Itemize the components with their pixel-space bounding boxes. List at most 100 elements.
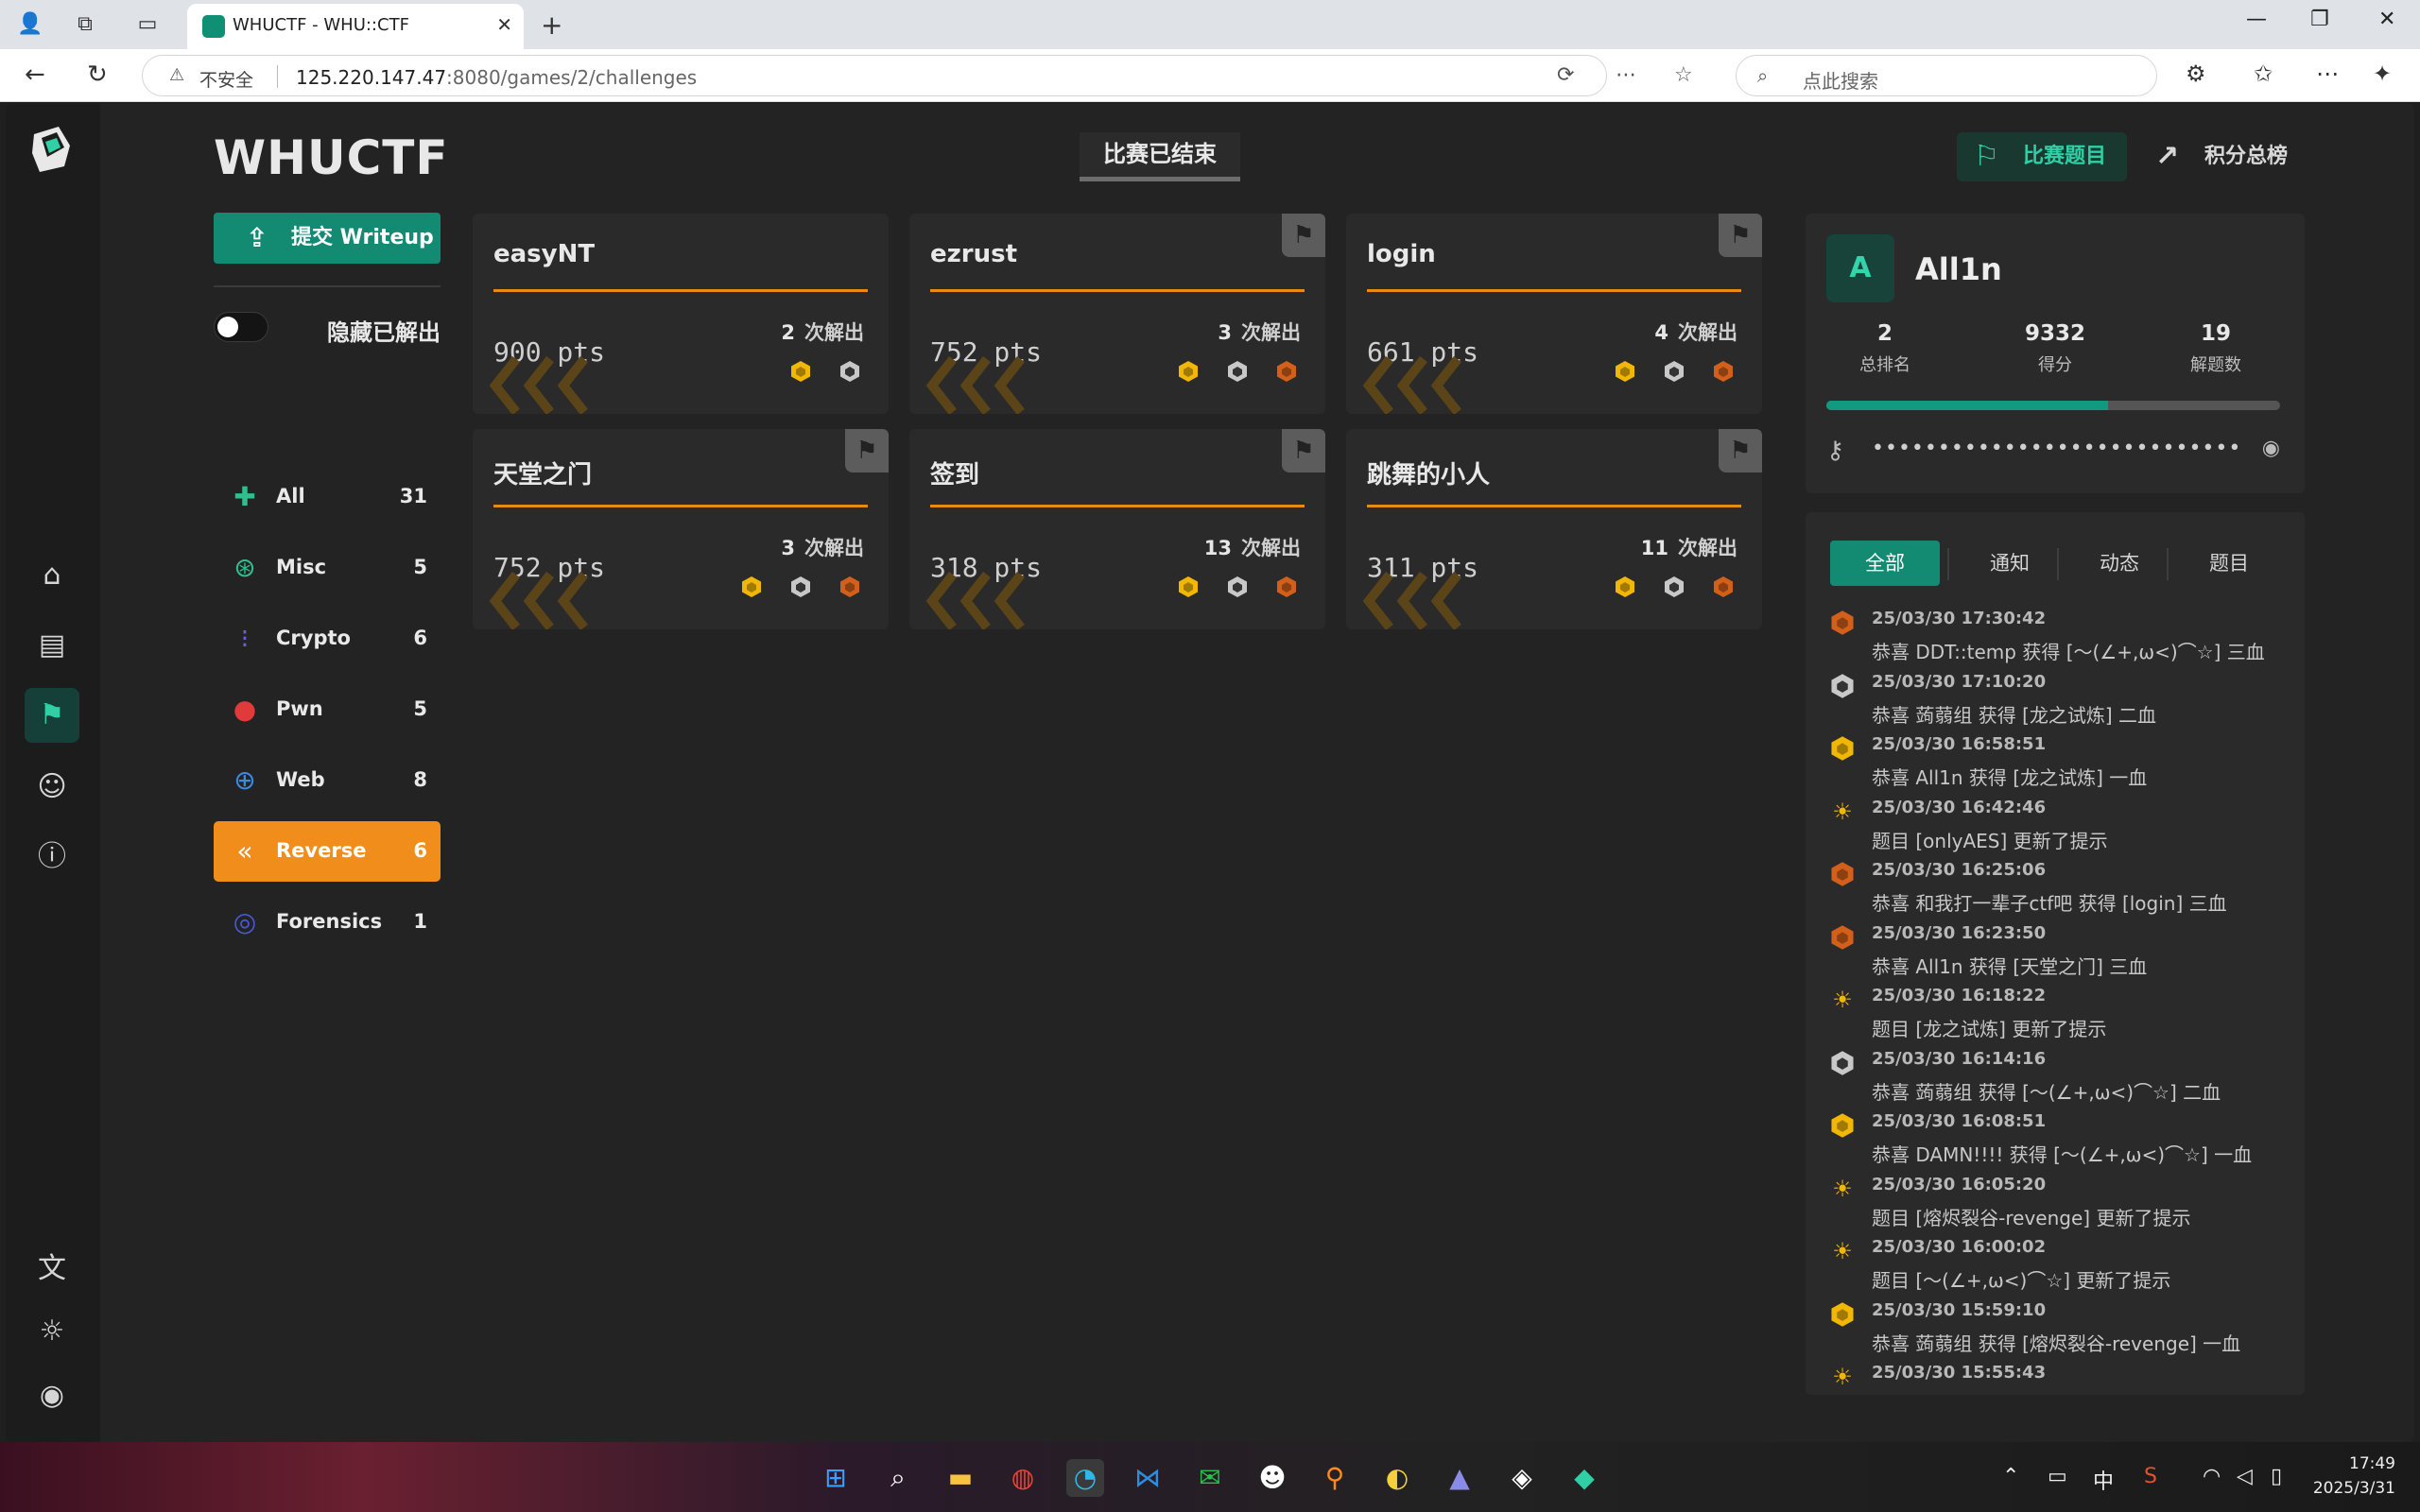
taskbar-clock[interactable]: 17:49 2025/3/31 (2313, 1452, 2395, 1501)
start-icon[interactable]: ⊞ (817, 1459, 855, 1497)
submit-writeup-button[interactable]: ⇪ 提交 Writeup (214, 213, 441, 264)
category-item[interactable]: ✚ All 31 (214, 467, 441, 527)
favorites-icon[interactable]: ✩ (2254, 60, 2273, 87)
solved-number: 13 (1203, 537, 1232, 559)
logo-icon[interactable] (28, 125, 76, 174)
browser-search-box[interactable]: ⌕ 点此搜索 (1736, 55, 2157, 96)
tab-close-icon[interactable]: ✕ (496, 13, 512, 36)
minimize-icon[interactable]: — (2246, 8, 2267, 31)
info-icon[interactable]: ⓘ (25, 830, 79, 885)
account-icon[interactable]: ◉ (25, 1368, 79, 1423)
solved-count: 11 次解出 (1641, 533, 1737, 561)
extensions-icon[interactable]: ⚙ (2186, 60, 2206, 87)
category-item[interactable]: ● Pwn 5 (214, 679, 441, 740)
category-item[interactable]: ⁝ Crypto 6 (214, 609, 441, 669)
nav-scoreboard[interactable]: ↗ 积分总榜 (2138, 132, 2308, 181)
tray-display-icon[interactable]: ▭ (2048, 1465, 2067, 1488)
rank-label: 总排名 (1859, 355, 1910, 375)
score-value: 9332 (2024, 321, 2085, 346)
tab-events[interactable]: 动态 (2065, 541, 2174, 586)
lightbulb-icon: ☀ (1832, 798, 1853, 825)
hide-solved-toggle[interactable] (214, 312, 268, 342)
app-icon-yellow[interactable]: ◐ (1378, 1459, 1416, 1497)
address-bar[interactable]: ⚠ 不安全 125.220.147.47:8080/games/2/challe… (142, 55, 1693, 96)
home-icon[interactable]: ⌂ (25, 548, 79, 603)
workspaces-icon[interactable]: ⧉ (70, 9, 100, 40)
edge-icon[interactable]: ◔ (1066, 1459, 1104, 1497)
feed-item: ☀ 25/03/30 16:18:22 题目 [龙之试炼] 更新了提示 (1824, 984, 2297, 1046)
volume-icon[interactable]: ◁ (2237, 1465, 2253, 1488)
url-text[interactable]: 125.220.147.47:8080/games/2/challenges (296, 66, 697, 89)
chrome-icon[interactable]: ◍ (1004, 1459, 1042, 1497)
silver-blood-icon (1665, 361, 1684, 382)
favorite-star-icon[interactable]: ☆ (1674, 63, 1693, 87)
everything-search-icon[interactable]: ⚲ (1316, 1459, 1354, 1497)
new-tab-icon[interactable]: + (541, 9, 562, 41)
read-aloud-icon[interactable]: ⟳ (1557, 63, 1574, 87)
challenge-card[interactable]: login 661 pts 4 次解出 ⚑ (1346, 214, 1762, 414)
copilot-icon[interactable]: ✦ (2373, 60, 2392, 87)
tab-divider (2167, 548, 2169, 580)
teams-icon[interactable]: ☺ (25, 760, 79, 815)
taskbar-search-icon[interactable]: ⌕ (879, 1459, 917, 1497)
tab-actions-icon[interactable]: ▭ (132, 9, 163, 40)
feed-time: 25/03/30 17:10:20 (1872, 671, 2047, 692)
category-name: All (276, 485, 305, 507)
tray-chevron-icon[interactable]: ⌃ (2002, 1465, 2019, 1488)
file-explorer-icon[interactable]: ▬ (942, 1459, 979, 1497)
tab-challenges[interactable]: 题目 (2174, 541, 2284, 586)
app-icon-ctf[interactable]: ◆ (1565, 1459, 1603, 1497)
category-item[interactable]: ◎ Forensics 1 (214, 892, 441, 953)
challenge-card[interactable]: ezrust 752 pts 3 次解出 ⚑ (909, 214, 1325, 414)
app-icon-box[interactable]: ◈ (1503, 1459, 1541, 1497)
battery-icon[interactable]: ▯ (2271, 1465, 2282, 1488)
category-item[interactable]: ⊛ Misc 5 (214, 538, 441, 598)
flag-outline-icon: ⚐ (1974, 140, 1999, 173)
eye-icon[interactable]: ◉ (2262, 437, 2280, 460)
feed-item: ☀ 25/03/30 16:05:20 题目 [熔烬裂谷-revenge] 更新了提… (1824, 1173, 2297, 1235)
challenge-card[interactable]: 天堂之门 752 pts 3 次解出 ⚑ (473, 429, 889, 629)
theme-icon[interactable]: ☼ (25, 1304, 79, 1359)
category-item[interactable]: ⊕ Web 8 (214, 750, 441, 811)
nav-challenges[interactable]: ⚐ 比赛题目 (1957, 132, 2127, 181)
gold-blood-icon (791, 361, 810, 382)
app-icon-cat[interactable]: ▲ (1441, 1459, 1478, 1497)
category-count: 6 (413, 839, 427, 862)
profile-icon[interactable]: 👤 (15, 9, 45, 40)
feed-item: ☀ 25/03/30 16:00:02 题目 [～(∠+,ω<)⌒☆] 更新了提示 (1824, 1235, 2297, 1297)
ime-indicator[interactable]: 中 (2093, 1465, 2114, 1495)
category-item[interactable]: « Reverse 6 (214, 821, 441, 882)
settings-more-icon[interactable]: ⋯ (2316, 60, 2339, 87)
wechat-icon[interactable]: ✉ (1191, 1459, 1229, 1497)
wifi-icon[interactable]: ◠ (2203, 1465, 2221, 1488)
reverse-chevrons-icon (1362, 571, 1461, 629)
tray-app-icon[interactable]: S (2144, 1465, 2157, 1488)
category-count: 5 (413, 697, 427, 720)
feed-time: 25/03/30 15:55:43 (1872, 1363, 2047, 1383)
category-count: 6 (413, 627, 427, 649)
challenge-card[interactable]: easyNT 900 pts 2 次解出 (473, 214, 889, 414)
close-window-icon[interactable]: ✕ (2378, 8, 2395, 31)
translate-icon[interactable]: 文 (25, 1242, 79, 1297)
qq-icon[interactable]: ☻ (1253, 1459, 1291, 1497)
refresh-icon[interactable]: ↻ (87, 60, 108, 89)
challenge-card[interactable]: 签到 318 pts 13 次解出 ⚑ (909, 429, 1325, 629)
team-token-masked[interactable]: •••••••••••••••••••••••••••• (1872, 437, 2241, 460)
challenge-card[interactable]: 跳舞的小人 311 pts 11 次解出 ⚑ (1346, 429, 1762, 629)
vscode-icon[interactable]: ⋈ (1129, 1459, 1167, 1497)
more-in-bar-icon[interactable]: ⋯ (1616, 63, 1636, 87)
avatar: A (1826, 234, 1894, 302)
back-icon[interactable]: ← (25, 60, 45, 89)
tab-notices[interactable]: 通知 (1955, 541, 2065, 586)
silver-blood-icon (1228, 576, 1247, 597)
browser-tab[interactable]: WHUCTF - WHU::CTF ✕ (187, 4, 524, 49)
feed-time: 25/03/30 16:25:06 (1872, 860, 2047, 880)
tab-all[interactable]: 全部 (1830, 541, 1940, 586)
flag-icon[interactable]: ⚑ (25, 688, 79, 743)
gold-blood-icon (1831, 1301, 1854, 1327)
reverse-chevrons-icon (489, 355, 588, 414)
reverse-chevrons-icon (489, 571, 588, 629)
document-icon[interactable]: ▤ (25, 618, 79, 673)
restore-icon[interactable]: ❐ (2310, 8, 2329, 31)
bronze-blood-icon (1714, 576, 1733, 597)
